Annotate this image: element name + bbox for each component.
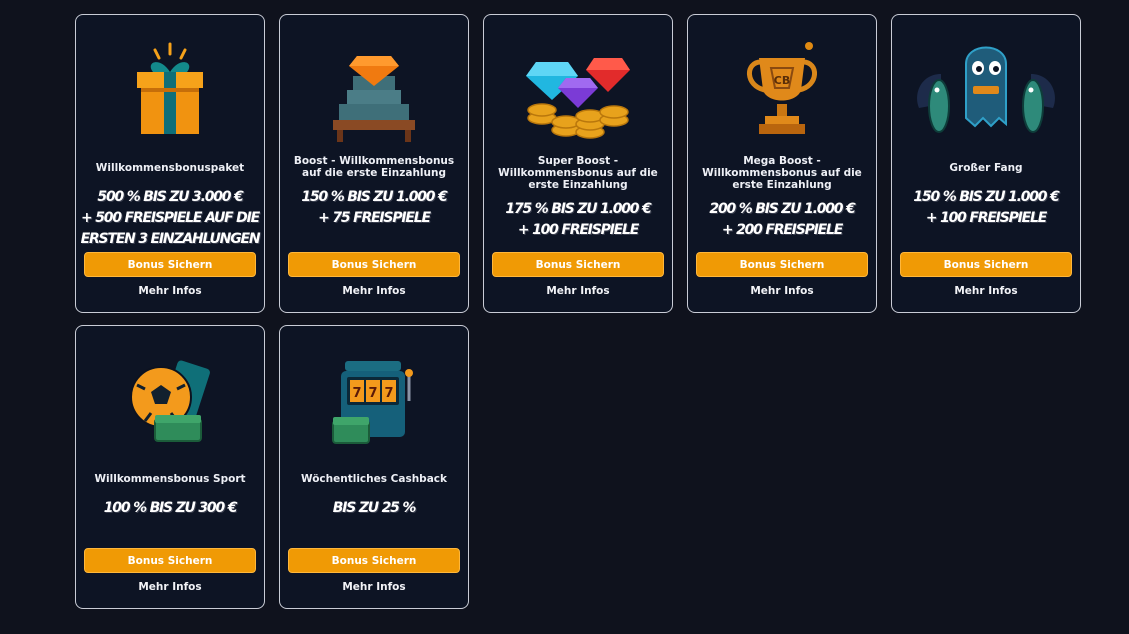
trophy-icon: CB — [688, 23, 876, 155]
bonus-sichern-button[interactable]: Bonus Sichern — [84, 548, 256, 573]
offer-card-welcome-package: Willkommensbonuspaket 500 % BIS ZU 3.000… — [75, 14, 265, 313]
svg-text:7: 7 — [352, 386, 361, 401]
mehr-infos-link[interactable]: Mehr Infos — [280, 285, 468, 297]
offer-amount-line: + 100 FREISPIELE — [925, 210, 1047, 226]
offer-card-sport: Willkommensbonus Sport 100 % BIS ZU 300 … — [75, 325, 265, 609]
slot-machine-icon: 7 7 7 — [280, 334, 468, 466]
offer-amount-line: ERSTEN 3 EINZAHLUNGEN — [80, 231, 261, 247]
offer-title: Wöchentliches Cashback — [301, 473, 447, 485]
offer-card-cashback: 7 7 7 Wöchentliches Cashback BIS ZU 25 %… — [279, 325, 469, 609]
offer-title: Super Boost - Willkommensbonus auf die e… — [498, 155, 658, 191]
mehr-infos-link[interactable]: Mehr Infos — [76, 581, 264, 593]
offer-card-super-boost: Super Boost - Willkommensbonus auf die e… — [483, 14, 673, 313]
mehr-infos-link[interactable]: Mehr Infos — [688, 285, 876, 297]
offer-title: Willkommensbonuspaket — [95, 162, 245, 174]
mehr-infos-link[interactable]: Mehr Infos — [484, 285, 672, 297]
offer-card-boost: Boost - Willkommensbonus auf die erste E… — [279, 14, 469, 313]
offer-amount-line: 100 % BIS ZU 300 € — [103, 500, 238, 516]
svg-text:7: 7 — [368, 386, 377, 401]
mehr-infos-link[interactable]: Mehr Infos — [280, 581, 468, 593]
svg-text:CB: CB — [774, 74, 790, 87]
offer-title: Großer Fang — [949, 162, 1023, 174]
offer-amount-line: + 75 FREISPIELE — [318, 210, 431, 226]
offer-amount-line: 200 % BIS ZU 1.000 € — [709, 201, 855, 217]
offer-amount-line: + 500 FREISPIELE AUF DIE — [81, 210, 260, 226]
bonus-sichern-button[interactable]: Bonus Sichern — [900, 252, 1072, 277]
offer-amount-line: 500 % BIS ZU 3.000 € — [97, 189, 243, 205]
offer-amount-line: 175 % BIS ZU 1.000 € — [505, 201, 651, 217]
offer-title: Mega Boost - Willkommensbonus auf die er… — [702, 155, 862, 191]
offer-amount-line: 150 % BIS ZU 1.000 € — [913, 189, 1059, 205]
offer-card-grosser-fang: Großer Fang 150 % BIS ZU 1.000 € + 100 F… — [891, 14, 1081, 313]
offer-amount-line: BIS ZU 25 % — [332, 500, 417, 516]
mehr-infos-link[interactable]: Mehr Infos — [76, 285, 264, 297]
bonus-sichern-button[interactable]: Bonus Sichern — [696, 252, 868, 277]
bonus-sichern-button[interactable]: Bonus Sichern — [288, 548, 460, 573]
diamond-on-money-icon — [280, 23, 468, 155]
mehr-infos-link[interactable]: Mehr Infos — [892, 285, 1080, 297]
svg-text:7: 7 — [384, 386, 393, 401]
offer-amount-line: + 200 FREISPIELE — [721, 222, 843, 238]
offer-amount-line: + 100 FREISPIELE — [517, 222, 639, 238]
offer-amount-line: 150 % BIS ZU 1.000 € — [301, 189, 447, 205]
bonus-sichern-button[interactable]: Bonus Sichern — [492, 252, 664, 277]
offer-title: Willkommensbonus Sport — [94, 473, 246, 485]
ghost-mascot-with-fish-icon — [892, 23, 1080, 155]
offer-card-mega-boost: CB Mega Boost - Willkommensbonus auf die… — [687, 14, 877, 313]
bonus-sichern-button[interactable]: Bonus Sichern — [288, 252, 460, 277]
offer-title: Boost - Willkommensbonus auf die erste E… — [293, 155, 455, 179]
bonus-sichern-button[interactable]: Bonus Sichern — [84, 252, 256, 277]
gift-box-icon — [76, 23, 264, 155]
gems-and-coins-icon — [484, 23, 672, 155]
football-ticket-icon — [76, 334, 264, 466]
